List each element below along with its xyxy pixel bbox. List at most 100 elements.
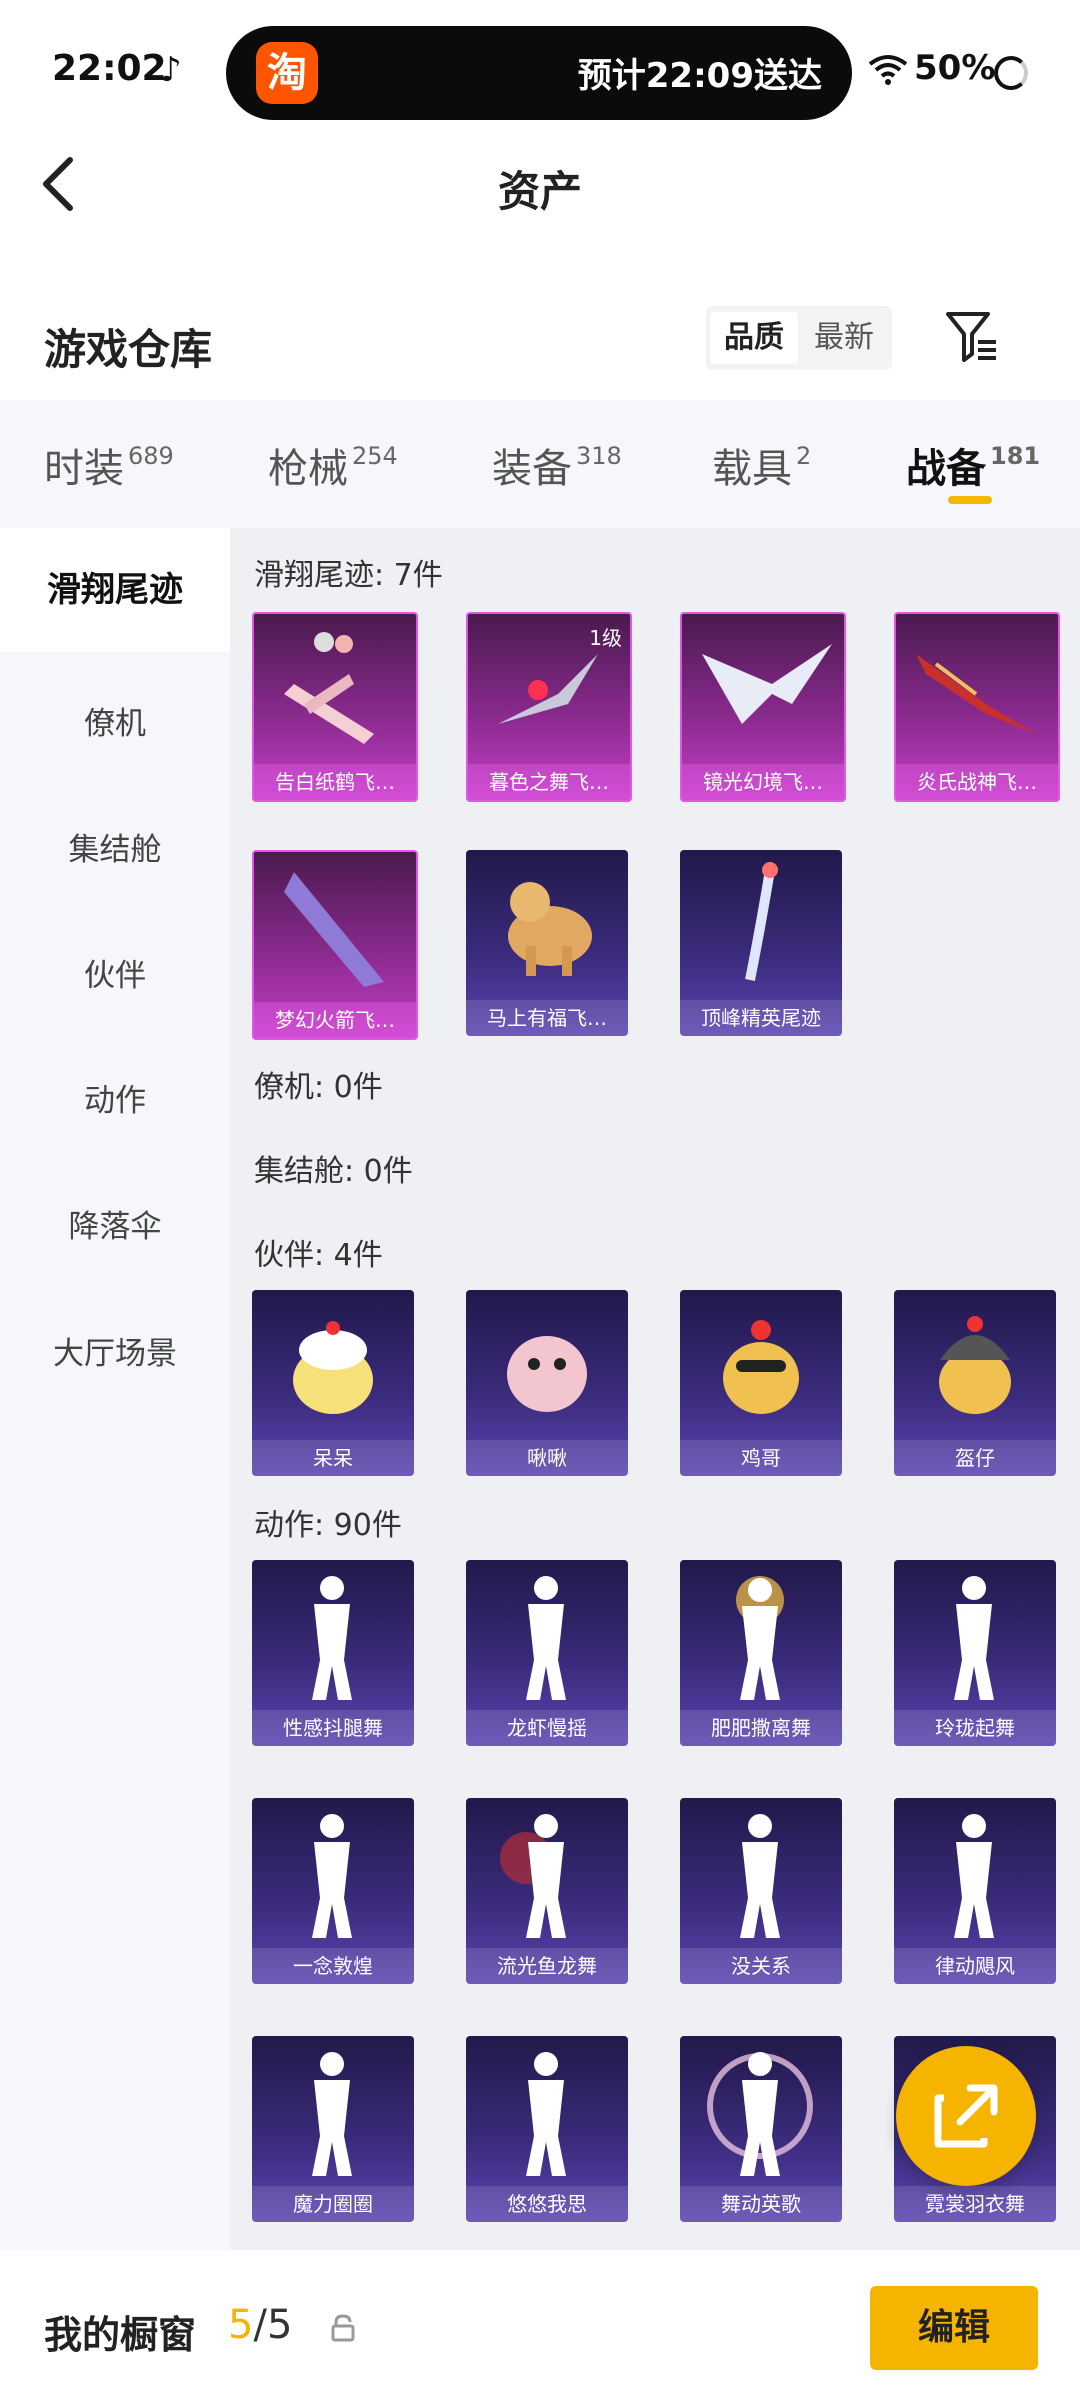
item-card[interactable]: 律动飓风	[894, 1798, 1056, 1984]
dance-pose-icon	[740, 1814, 780, 1938]
item-label: 龙虾慢摇	[466, 1710, 628, 1746]
delivery-text: 预计22:09送达	[577, 56, 822, 96]
item-label: 啾啾	[466, 1440, 628, 1476]
share-icon	[934, 2084, 998, 2148]
tab-equipment[interactable]: 装备 318	[492, 436, 622, 494]
sidebar-item-partner[interactable]: 伙伴	[0, 950, 230, 995]
item-label: 霓裳羽衣舞	[894, 2186, 1056, 2222]
tab-count: 181	[990, 442, 1041, 470]
showcase-current: 5	[228, 2302, 254, 2348]
section-title-glide: 滑翔尾迹: 7件	[254, 558, 443, 593]
showcase-label: 我的橱窗	[44, 2313, 197, 2357]
item-label: 暮色之舞飞…	[468, 764, 630, 800]
sort-segment: 品质 最新	[706, 306, 892, 370]
item-label: 炎氏战神飞…	[896, 764, 1058, 800]
top-nav: 资产	[0, 140, 1080, 230]
dance-pose-icon	[736, 1576, 784, 1700]
chick-jige-icon	[723, 1320, 799, 1414]
category-tabs: 时装 689 枪械 254 装备 318 载具 2 战备 181	[0, 400, 1080, 528]
filter-icon[interactable]	[944, 310, 1000, 364]
sidebar-item-parachute[interactable]: 降落伞	[0, 1201, 230, 1246]
sidebar-item-glide-trail[interactable]: 滑翔尾迹	[0, 528, 230, 652]
sort-newest-button[interactable]: 最新	[800, 312, 888, 364]
tab-vehicles[interactable]: 载具 2	[712, 436, 811, 494]
sidebar-item-emote[interactable]: 动作	[0, 1075, 230, 1120]
item-card[interactable]: 告白纸鹤飞…	[252, 612, 418, 802]
status-bar: 22:02 ♪ 淘 预计22:09送达 50%	[0, 0, 1080, 140]
dance-pose-icon	[500, 1814, 566, 1938]
item-card[interactable]: 镜光幻境飞…	[680, 612, 846, 802]
item-label: 马上有福飞…	[466, 1000, 628, 1036]
dance-pose-icon	[526, 2052, 566, 2176]
dance-pose-icon	[707, 2052, 813, 2176]
showcase-slash: /	[253, 2302, 267, 2348]
tiktok-icon: ♪	[160, 50, 182, 90]
page-title: 资产	[497, 167, 582, 216]
showcase-count: 5/5	[228, 2302, 292, 2348]
item-label: 没关系	[680, 1948, 842, 1984]
tab-guns[interactable]: 枪械 254	[268, 436, 398, 494]
lock-icon	[331, 2314, 355, 2342]
item-card[interactable]: 舞动英歌	[680, 2036, 842, 2222]
wifi-icon	[868, 55, 908, 85]
item-card[interactable]: 魔力圈圈	[252, 2036, 414, 2222]
dance-pose-icon	[312, 2052, 352, 2176]
tab-battle-prep[interactable]: 战备 181	[906, 436, 1040, 494]
item-label: 一念敦煌	[252, 1948, 414, 1984]
sidebar-item-wingman[interactable]: 僚机	[0, 698, 230, 743]
section-title-partner: 伙伴: 4件	[254, 1238, 383, 1273]
item-card[interactable]: 梦幻火箭飞…	[252, 850, 418, 1040]
item-level-badge: 1级	[589, 626, 622, 650]
item-card[interactable]: 1级 暮色之舞飞…	[466, 612, 632, 802]
item-card[interactable]: 马上有福飞…	[466, 850, 628, 1036]
sidebar-item-lobby-scene[interactable]: 大厅场景	[0, 1328, 230, 1373]
dance-pose-icon	[954, 1814, 994, 1938]
item-card[interactable]: 顶峰精英尾迹	[680, 850, 842, 1036]
dance-pose-icon	[526, 1576, 566, 1700]
item-card[interactable]: 啾啾	[466, 1290, 628, 1476]
item-label: 盔仔	[894, 1440, 1056, 1476]
sort-quality-button[interactable]: 品质	[710, 312, 798, 364]
item-card[interactable]: 一念敦煌	[252, 1798, 414, 1984]
item-label: 舞动英歌	[680, 2186, 842, 2222]
status-time: 22:02	[52, 48, 167, 89]
item-card[interactable]: 流光鱼龙舞	[466, 1798, 628, 1984]
tab-count: 254	[352, 442, 398, 470]
item-card[interactable]: 悠悠我思	[466, 2036, 628, 2222]
item-label: 鸡哥	[680, 1440, 842, 1476]
tab-count: 2	[796, 442, 812, 470]
share-button[interactable]	[896, 2046, 1036, 2186]
item-card[interactable]: 盔仔	[894, 1290, 1056, 1476]
item-label: 镜光幻境飞…	[682, 764, 844, 800]
edit-button[interactable]: 编辑	[870, 2286, 1038, 2370]
sidebar-item-capsule[interactable]: 集结舱	[0, 824, 230, 869]
tab-fashion[interactable]: 时装 689	[44, 436, 174, 494]
flame-war-god-glider-icon	[916, 654, 1036, 734]
tab-count: 318	[576, 442, 622, 470]
item-card[interactable]: 性感抖腿舞	[252, 1560, 414, 1746]
item-label: 魔力圈圈	[252, 2186, 414, 2222]
showcase-bar: 我的橱窗 5/5 编辑	[0, 2250, 1080, 2400]
mirror-light-glider-icon	[702, 644, 832, 724]
item-label: 律动飓风	[894, 1948, 1056, 1984]
section-title-emote: 动作: 90件	[254, 1508, 402, 1543]
lucky-horse-glider-icon	[508, 882, 592, 976]
item-card[interactable]: 肥肥撒离舞	[680, 1560, 842, 1746]
item-card[interactable]: 玲珑起舞	[894, 1560, 1056, 1746]
item-card[interactable]: 没关系	[680, 1798, 842, 1984]
item-card[interactable]: 呆呆	[252, 1290, 414, 1476]
dream-rocket-glider-icon	[284, 872, 384, 987]
dance-pose-icon	[312, 1814, 352, 1938]
item-label: 肥肥撒离舞	[680, 1710, 842, 1746]
item-label: 玲珑起舞	[894, 1710, 1056, 1746]
item-label: 悠悠我思	[466, 2186, 628, 2222]
item-card[interactable]: 龙虾慢摇	[466, 1560, 628, 1746]
paper-crane-glider-icon	[284, 632, 374, 744]
item-card[interactable]: 鸡哥	[680, 1290, 842, 1476]
item-label: 梦幻火箭飞…	[254, 1002, 416, 1038]
warehouse-title: 游戏仓库	[44, 325, 213, 374]
showcase-total: 5	[266, 2302, 293, 2348]
delivery-pill[interactable]: 淘 预计22:09送达	[226, 26, 852, 120]
section-title-wingman: 僚机: 0件	[254, 1070, 383, 1105]
item-card[interactable]: 炎氏战神飞…	[894, 612, 1060, 802]
